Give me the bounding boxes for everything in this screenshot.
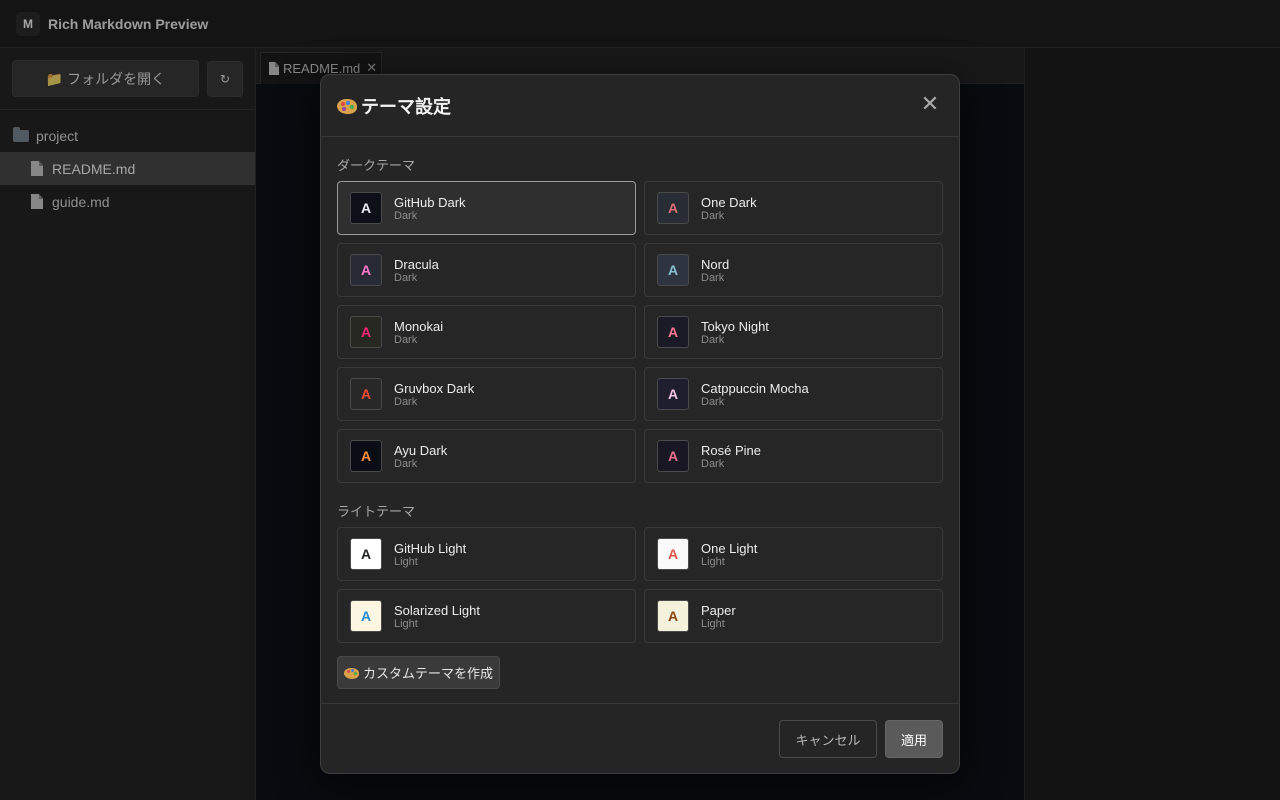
theme-swatch: A [657, 316, 689, 348]
theme-kind: Dark [701, 333, 725, 346]
theme-name: Tokyo Night [701, 318, 769, 334]
theme-swatch: A [350, 440, 382, 472]
palette-icon [343, 666, 359, 680]
theme-option-ayu-dark[interactable]: A Ayu Dark Dark [337, 429, 636, 483]
theme-kind: Light [394, 617, 418, 630]
theme-kind: Dark [701, 271, 725, 284]
theme-swatch: A [657, 192, 689, 224]
palette-icon [337, 97, 357, 115]
theme-kind: Dark [394, 395, 418, 408]
theme-option-github-dark[interactable]: A GitHub Dark Dark [337, 181, 636, 235]
theme-name: Dracula [394, 256, 439, 272]
theme-name: Gruvbox Dark [394, 380, 475, 396]
dialog-title: テーマ設定 [361, 96, 451, 117]
theme-option-monokai[interactable]: A Monokai Dark [337, 305, 636, 359]
dark-theme-grid: A GitHub Dark Dark A One Dark Dark A Dracula Dar… [337, 181, 943, 483]
theme-text: GitHub Dark Dark [394, 195, 466, 222]
theme-kind: Dark [394, 333, 418, 346]
theme-text: Dracula Dark [394, 257, 439, 284]
theme-text: Paper Light [701, 603, 736, 630]
theme-swatch: A [657, 254, 689, 286]
theme-text: Ayu Dark Dark [394, 443, 447, 470]
theme-text: One Dark Dark [701, 195, 757, 222]
theme-swatch: A [657, 600, 689, 632]
theme-kind: Dark [701, 395, 725, 408]
theme-name: GitHub Light [394, 540, 467, 556]
dialog-footer: キャンセル 適用 [321, 703, 959, 773]
theme-swatch: A [350, 192, 382, 224]
dark-section-label: ダークテーマ [337, 158, 416, 173]
theme-swatch: A [350, 316, 382, 348]
theme-swatch: A [657, 378, 689, 410]
close-icon[interactable]: ✕ [919, 94, 941, 117]
theme-option-one-light[interactable]: A One Light Light [644, 527, 943, 581]
theme-kind: Light [394, 555, 418, 568]
theme-name: One Light [701, 540, 758, 556]
theme-text: Catppuccin Mocha Dark [701, 381, 809, 408]
theme-swatch: A [657, 538, 689, 570]
apply-button[interactable]: 適用 [885, 720, 943, 758]
theme-option-solarized-light[interactable]: A Solarized Light Light [337, 589, 636, 643]
theme-swatch: A [657, 440, 689, 472]
theme-name: Solarized Light [394, 602, 480, 618]
theme-swatch: A [350, 254, 382, 286]
theme-option-one-dark[interactable]: A One Dark Dark [644, 181, 943, 235]
theme-swatch: A [350, 378, 382, 410]
theme-text: GitHub Light Light [394, 541, 466, 568]
theme-option-paper[interactable]: A Paper Light [644, 589, 943, 643]
theme-option-github-light[interactable]: A GitHub Light Light [337, 527, 636, 581]
theme-text: Solarized Light Light [394, 603, 480, 630]
theme-text: One Light Light [701, 541, 757, 568]
theme-swatch: A [350, 538, 382, 570]
theme-settings-dialog: テーマ設定 ✕ ダークテーマ A GitHub Dark Dark A One Dark… [320, 74, 960, 774]
theme-text: Gruvbox Dark Dark [394, 381, 474, 408]
theme-option-gruvbox-dark[interactable]: A Gruvbox Dark Dark [337, 367, 636, 421]
dialog-body: ダークテーマ A GitHub Dark Dark A One Dark Dark A Dra… [321, 137, 959, 689]
theme-name: Catppuccin Mocha [701, 380, 809, 396]
dialog-header: テーマ設定 ✕ [321, 75, 959, 137]
theme-option-nord[interactable]: A Nord Dark [644, 243, 943, 297]
theme-name: One Dark [701, 194, 757, 210]
light-section-label: ライトテーマ [337, 504, 416, 519]
theme-text: Monokai Dark [394, 319, 443, 346]
theme-name: Nord [701, 256, 730, 272]
theme-name: Ayu Dark [394, 442, 448, 458]
create-custom-theme-button[interactable]: カスタムテーマを作成 [337, 656, 500, 689]
theme-kind: Dark [394, 271, 418, 284]
theme-option-rose-pine[interactable]: A Rosé Pine Dark [644, 429, 943, 483]
light-theme-grid: A GitHub Light Light A One Light Light A Solari… [337, 527, 943, 643]
theme-kind: Dark [394, 457, 418, 470]
theme-option-catppuccin-mocha[interactable]: A Catppuccin Mocha Dark [644, 367, 943, 421]
theme-option-dracula[interactable]: A Dracula Dark [337, 243, 636, 297]
theme-kind: Light [701, 555, 725, 568]
theme-text: Rosé Pine Dark [701, 443, 761, 470]
cancel-button[interactable]: キャンセル [779, 720, 877, 758]
custom-theme-label: カスタムテーマを作成 [362, 666, 493, 681]
theme-option-tokyo-night[interactable]: A Tokyo Night Dark [644, 305, 943, 359]
theme-text: Tokyo Night Dark [701, 319, 769, 346]
theme-kind: Dark [394, 209, 418, 222]
theme-swatch: A [350, 600, 382, 632]
theme-name: Paper [701, 602, 736, 618]
theme-text: Nord Dark [701, 257, 729, 284]
theme-kind: Dark [701, 457, 725, 470]
theme-kind: Light [701, 617, 725, 630]
theme-name: Monokai [394, 318, 444, 334]
theme-name: GitHub Dark [394, 194, 466, 210]
theme-kind: Dark [701, 209, 725, 222]
theme-name: Rosé Pine [701, 442, 761, 458]
